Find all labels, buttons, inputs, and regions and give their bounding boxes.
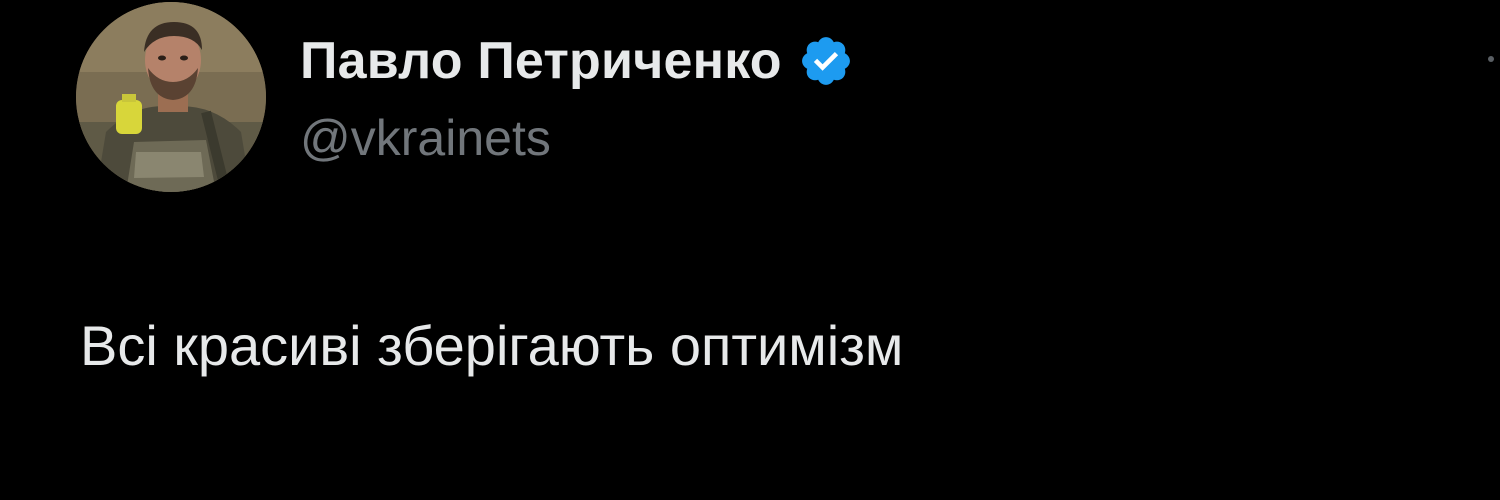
avatar-photo <box>76 2 266 192</box>
author-display-name[interactable]: Павло Петриченко <box>300 26 782 96</box>
author-name-row: Павло Петриченко <box>300 26 854 96</box>
more-options-icon[interactable] <box>1488 56 1494 62</box>
verified-badge-icon[interactable] <box>798 33 854 89</box>
tweet-text: Всі красиві зберігають оптимізм <box>80 314 904 377</box>
avatar[interactable] <box>76 2 266 192</box>
tweet-card: Павло Петриченко @vkrainets Всі красиві … <box>0 0 1500 500</box>
author-handle[interactable]: @vkrainets <box>300 106 551 170</box>
